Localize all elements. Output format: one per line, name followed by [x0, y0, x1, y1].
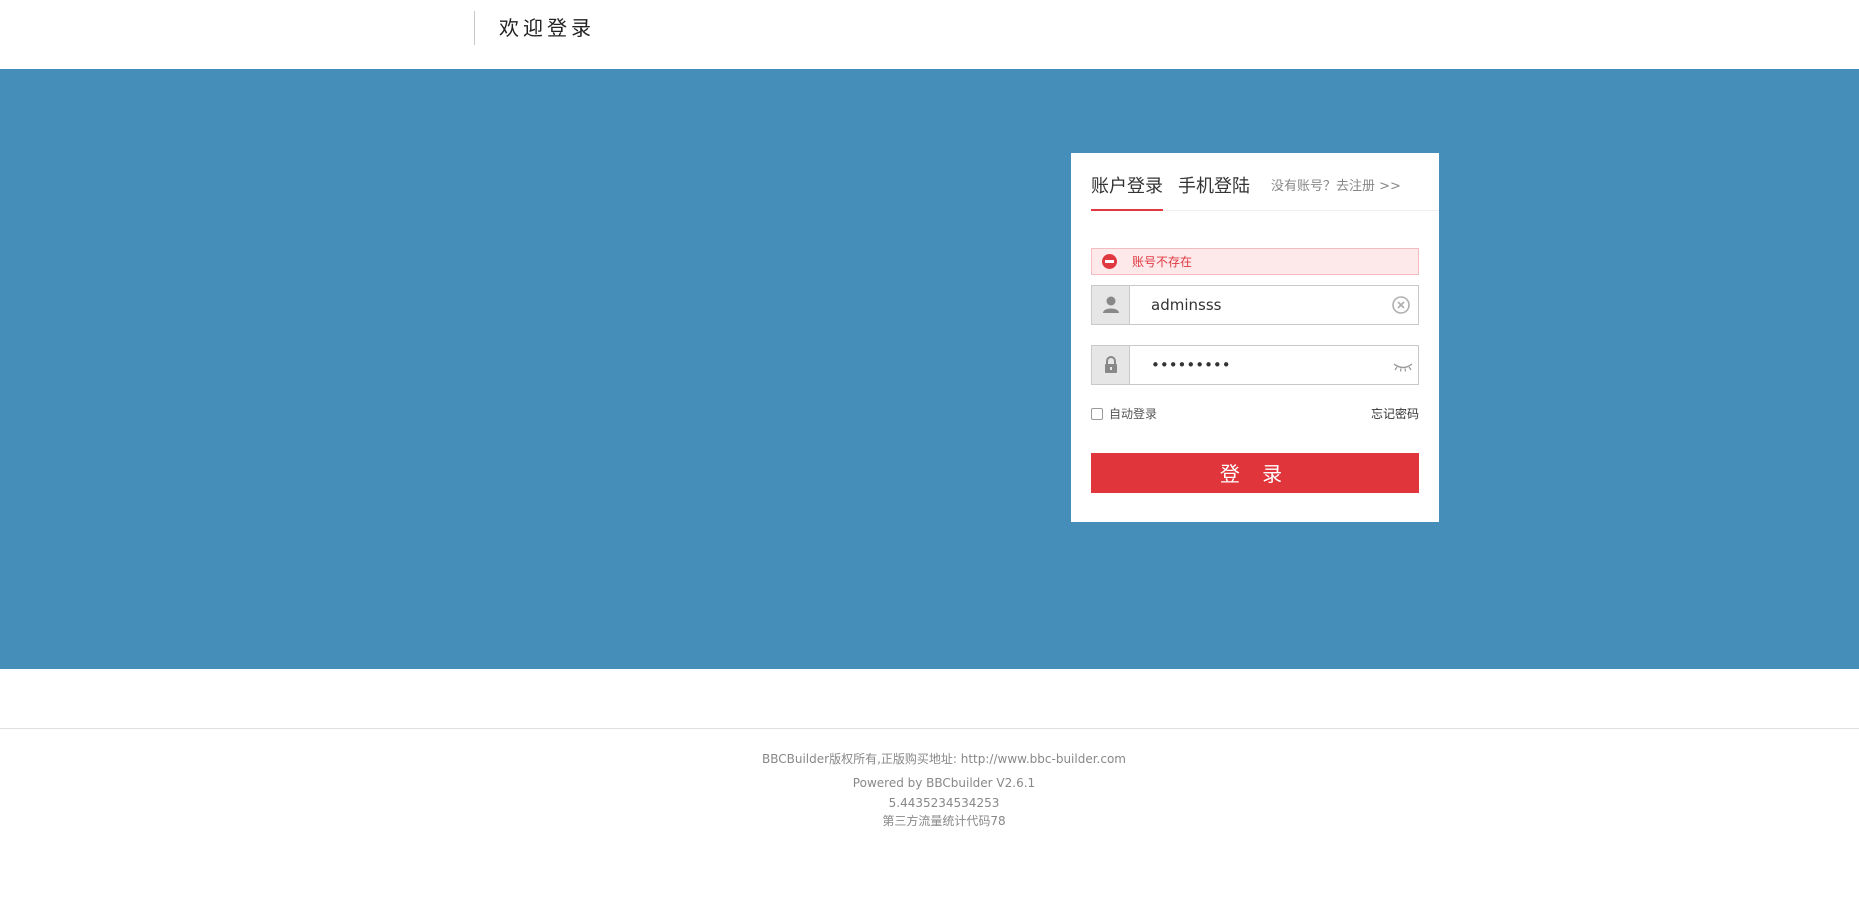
site-header: 欢迎登录: [0, 0, 1859, 69]
auto-login-label: 自动登录: [1109, 407, 1158, 421]
login-tabs: 账户登录 手机登陆 没有账号？去注册 >>: [1091, 171, 1439, 211]
footer-version: 5.4435234534253: [888, 796, 1000, 810]
user-icon: [1092, 286, 1130, 324]
header-divider: [474, 11, 475, 45]
footer-powered-by: Powered by BBCbuilder V2.6.1: [852, 776, 1036, 790]
password-field: [1091, 345, 1419, 385]
register-link[interactable]: 没有账号？去注册 >>: [1271, 177, 1401, 197]
username-input[interactable]: [1131, 286, 1386, 324]
login-banner: [0, 69, 1859, 669]
footer-copyright: BBCBuilder版权所有,正版购买地址: http://www.bbc-bu…: [762, 752, 1126, 766]
password-input[interactable]: [1131, 346, 1386, 384]
error-alert: 账号不存在: [1091, 248, 1419, 275]
eye-closed-icon[interactable]: [1392, 356, 1413, 374]
footer: BBCBuilder版权所有,正版购买地址: http://www.bbc-bu…: [0, 750, 1859, 830]
error-icon: [1102, 254, 1117, 269]
username-field: [1091, 285, 1419, 325]
footer-stats: 第三方流量统计代码78: [882, 814, 1006, 828]
clear-icon[interactable]: [1392, 296, 1410, 314]
page-title: 欢迎登录: [499, 16, 595, 40]
login-button[interactable]: 登 录: [1091, 453, 1419, 493]
login-card: 账户登录 手机登陆 没有账号？去注册 >> 账号不存在 adminsss •••…: [1071, 153, 1439, 522]
error-message: 账号不存在: [1132, 255, 1193, 269]
auto-login-option[interactable]: 自动登录: [1091, 406, 1157, 422]
lock-icon: [1092, 346, 1130, 384]
tab-phone-login[interactable]: 手机登陆: [1178, 171, 1250, 203]
auto-login-checkbox[interactable]: [1091, 408, 1103, 420]
forgot-password-link[interactable]: 忘记密码: [1371, 406, 1419, 422]
tab-account-login[interactable]: 账户登录: [1091, 171, 1163, 211]
footer-divider: [0, 728, 1859, 729]
